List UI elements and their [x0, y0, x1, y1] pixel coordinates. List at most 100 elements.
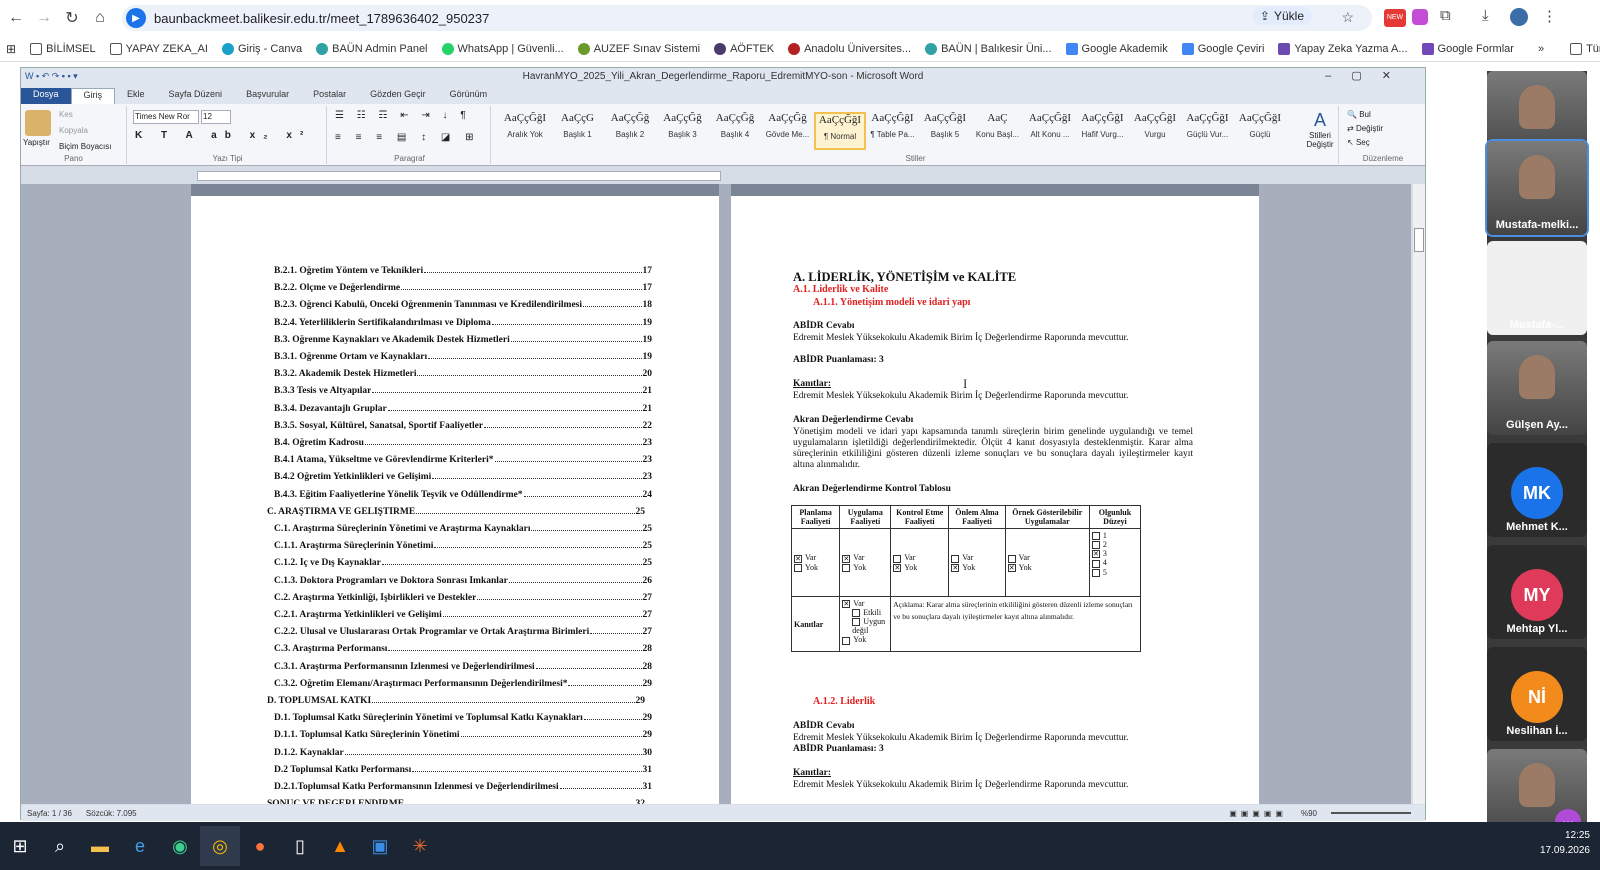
search-icon[interactable]: ⌕ — [40, 826, 80, 866]
menu-icon[interactable]: ⋮ — [1542, 7, 1557, 25]
style-gallery-item[interactable]: AaÇçĞğ Başlık 2 — [604, 112, 656, 150]
checkbox-checked[interactable]: ✕ — [893, 563, 902, 572]
tab-review[interactable]: Gözden Geçir — [358, 88, 438, 104]
toc-entry[interactable]: B.3.1. Öğrenme Ortam ve Kaynakları 19 — [274, 352, 652, 362]
internet-explorer-icon[interactable]: e — [120, 826, 160, 866]
toc-entry[interactable]: D. TOPLUMSAL KATKI 29 — [267, 696, 645, 706]
change-styles-button[interactable]: A Stilleri Değiştir — [1305, 110, 1335, 149]
zoom-slider[interactable] — [1331, 812, 1411, 814]
bookmark-item[interactable]: BİLİMSEL — [30, 42, 96, 55]
paste-button[interactable]: Yapıştır — [23, 138, 50, 147]
checkbox-checked[interactable]: ✕ — [794, 554, 802, 563]
style-gallery-item[interactable]: AaÇçĞğI ¶ Normal — [814, 112, 866, 150]
participant-tile[interactable]: MY Mehtap Yl... — [1487, 545, 1587, 639]
checkbox[interactable] — [893, 554, 902, 563]
system-clock[interactable]: 12:25 17.09.2026 — [1540, 828, 1590, 858]
chrome-icon[interactable]: ◎ — [200, 826, 240, 866]
bookmark-item[interactable]: Google Çeviri — [1181, 42, 1264, 55]
site-info-icon[interactable]: ▶ — [126, 8, 146, 28]
toc-entry[interactable]: B.4.3. Eğitim Faaliyetlerine Yönelik Teş… — [274, 490, 652, 500]
toc-entry[interactable]: B.4.2 Öğretim Yetkinlikleri ve Gelişimi 2… — [274, 472, 652, 482]
sun-app-icon[interactable]: ✳ — [400, 826, 440, 866]
participant-tile[interactable]: Gülşen Ay... — [1487, 341, 1587, 435]
toc-entry[interactable]: C.3. Araştırma Performansı 28 — [274, 644, 652, 654]
toc-entry[interactable]: D.1.1. Toplumsal Katkı Süreçlerinin Yöne… — [274, 730, 652, 740]
photos-icon[interactable]: ▣ — [360, 826, 400, 866]
checkbox-checked[interactable]: ✕ — [842, 554, 851, 563]
toc-entry[interactable]: B.4.1 Atama, Yükseltme ve Görevlendirme … — [274, 455, 652, 465]
style-gallery-item[interactable]: AaÇçĞğ Başlık 4 — [709, 112, 761, 150]
toc-entry[interactable]: B.2.3. Öğrenci Kabulü, Önceki Öğrenmenin… — [274, 300, 652, 310]
style-gallery-item[interactable]: AaÇçĞğI Vurgu — [1129, 112, 1181, 150]
style-gallery-item[interactable]: AaÇçG Başlık 1 — [552, 112, 604, 150]
bookmark-item[interactable]: WhatsApp | Güvenli... — [441, 42, 564, 55]
checkbox-checked[interactable]: ✕ — [1007, 563, 1016, 572]
page-count[interactable]: Sayfa: 1 / 36 — [27, 809, 72, 818]
tab-references[interactable]: Başvurular — [234, 88, 301, 104]
extensions-puzzle-icon[interactable]: ⧉ — [1440, 7, 1451, 24]
toc-entry[interactable]: C.2. Araştırma Yetkinliği, İşbirlikleri … — [274, 593, 652, 603]
font-size-select[interactable]: 12 — [201, 110, 231, 124]
word-count[interactable]: Sözcük: 7.095 — [86, 809, 137, 818]
tab-view[interactable]: Görünüm — [438, 88, 500, 104]
copy-button[interactable]: Kopyala — [59, 126, 88, 135]
checkbox[interactable] — [1091, 559, 1100, 568]
checkbox[interactable] — [1007, 554, 1016, 563]
upload-button[interactable]: ⇪ Yükle — [1251, 7, 1312, 25]
vertical-scrollbar[interactable] — [1413, 184, 1425, 804]
toc-entry[interactable]: C.2.1. Araştırma Yetkinlikleri ve Gelişi… — [274, 610, 652, 620]
more-bookmarks-icon[interactable]: » — [1538, 43, 1544, 55]
edge-icon[interactable]: ◉ — [160, 826, 200, 866]
forward-icon[interactable]: → — [30, 4, 58, 32]
tab-insert[interactable]: Ekle — [115, 88, 157, 104]
view-buttons[interactable]: ▣▣▣▣▣ — [1229, 809, 1287, 818]
checkbox[interactable] — [852, 609, 861, 618]
bookmark-item[interactable]: Google Akademik — [1065, 42, 1168, 55]
toc-entry[interactable]: C. ARAŞTIRMA VE GELİŞTİRME 25 — [267, 507, 645, 517]
style-gallery-item[interactable]: AaÇçĞğI Hafif Vurg... — [1077, 112, 1129, 150]
style-gallery-item[interactable]: AaÇçĞğI ¶ Table Pa... — [867, 112, 919, 150]
checkbox[interactable] — [1091, 568, 1100, 577]
checkbox[interactable] — [842, 563, 851, 572]
participant-tile[interactable]: Nİ Neslihan İ... — [1487, 647, 1587, 741]
list-buttons[interactable]: ☰ ☷ ☶ ⇤ ⇥ ↓ ¶ — [335, 110, 471, 121]
toc-entry[interactable]: B.2.1. Öğretim Yöntem ve Teknikleri 17 — [274, 266, 652, 276]
profile-avatar[interactable] — [1510, 8, 1528, 26]
toc-entry[interactable]: C.1.2. İç ve Dış Kaynaklar 25 — [274, 558, 652, 568]
toc-entry[interactable]: B.3. Öğrenme Kaynakları ve Akademik Dest… — [274, 335, 652, 345]
toc-entry[interactable]: C.3.1. Araştırma Performansının İzlenmes… — [274, 662, 652, 672]
extension-icon[interactable] — [1412, 9, 1428, 25]
bookmark-item[interactable]: BAÜN Admin Panel — [316, 42, 428, 55]
style-gallery-item[interactable]: AaÇ Konu Başl... — [972, 112, 1024, 150]
bookmark-item[interactable]: Anadolu Üniversites... — [788, 42, 911, 55]
font-name-select[interactable]: Times New Ror — [133, 110, 199, 124]
paste-icon[interactable] — [25, 110, 51, 136]
font-format-buttons[interactable]: K T A ab x₂ x² — [135, 130, 311, 141]
toc-entry[interactable]: B.2.4. Yeterliliklerin Sertifikalandırıl… — [274, 318, 652, 328]
apps-grid-icon[interactable]: ⊞ — [6, 42, 16, 56]
horizontal-ruler[interactable] — [197, 171, 721, 181]
bookmark-item[interactable]: Google Formlar — [1421, 42, 1514, 55]
all-bookmarks[interactable]: Tüm Yer İşaretleri — [1570, 42, 1600, 55]
tab-home[interactable]: Giriş — [70, 88, 116, 104]
toc-entry[interactable]: D.1. Toplumsal Katkı Süreçlerinin Yöneti… — [274, 713, 652, 723]
bookmark-item[interactable]: Yapay Zeka Yazma A... — [1278, 42, 1408, 55]
notepad-icon[interactable]: ▯ — [280, 826, 320, 866]
toc-entry[interactable]: C.2.2. Ulusal ve Uluslararası Ortak Prog… — [274, 627, 652, 637]
toc-entry[interactable]: C.1.1. Araştırma Süreçlerinin Yönetimi 25 — [274, 541, 652, 551]
select-button[interactable]: ↖ Seç — [1347, 138, 1370, 147]
file-explorer-icon[interactable]: ▬ — [80, 826, 120, 866]
align-buttons[interactable]: ≡ ≡ ≡ ▤ ↕ ◪ ⊞ — [335, 132, 479, 143]
toc-entry[interactable]: C.3.2. Öğretim Elemanı/Araştırmacı Perfo… — [274, 679, 652, 689]
checkbox[interactable] — [951, 554, 960, 563]
toc-entry[interactable]: D.2 Toplumsal Katkı Performansı 31 — [274, 765, 652, 775]
checkbox-checked[interactable]: ✕ — [1091, 550, 1100, 559]
cut-button[interactable]: Kes — [59, 110, 73, 119]
participant-tile[interactable]: Mustafa-melki... — [1485, 139, 1589, 237]
participant-tile[interactable]: Mustafa-... — [1487, 241, 1587, 335]
extension-new-icon[interactable]: NEW — [1384, 9, 1406, 27]
download-icon[interactable]: ⤓ — [1482, 7, 1489, 24]
checkbox[interactable] — [1091, 541, 1100, 550]
toc-entry[interactable]: C.1. Araştırma Süreçlerinin Yönetimi ve … — [274, 524, 652, 534]
find-button[interactable]: 🔍 Bul — [1347, 110, 1371, 119]
